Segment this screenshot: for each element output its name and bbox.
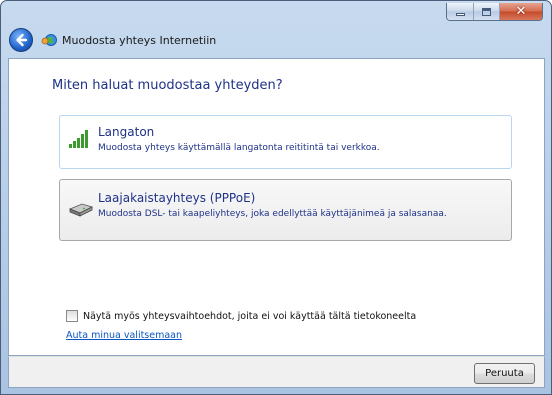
- option-title: Laajakaistayhteys (PPPoE): [98, 191, 256, 205]
- bottom-bar: Peruuta: [8, 356, 545, 388]
- minimize-icon: [455, 13, 465, 16]
- minimize-button[interactable]: [447, 3, 473, 20]
- option-broadband-pppoe[interactable]: Laajakaistayhteys (PPPoE) Muodosta DSL- …: [59, 179, 512, 241]
- wireless-signal-icon: [69, 130, 88, 148]
- close-icon: ✕: [515, 4, 527, 19]
- title-row: Muodosta yhteys Internetiin: [9, 28, 216, 52]
- window-title: Muodosta yhteys Internetiin: [62, 33, 217, 47]
- broadband-modem-icon: [68, 203, 94, 217]
- option-description: Muodosta yhteys käyttämällä langatonta r…: [98, 143, 380, 153]
- close-button[interactable]: ✕: [499, 3, 542, 20]
- show-unavailable-checkbox[interactable]: [66, 310, 78, 322]
- help-me-choose-link[interactable]: Auta minua valitsemaan: [66, 330, 182, 341]
- network-globe-icon: [41, 34, 57, 46]
- cancel-button[interactable]: Peruuta: [474, 363, 535, 384]
- back-button[interactable]: [9, 28, 33, 52]
- connect-to-internet-window: ✕ Muodosta yhteys Internetiin Miten halu…: [0, 0, 552, 395]
- page-heading: Miten haluat muodostaa yhteyden?: [52, 78, 283, 93]
- option-wireless[interactable]: Langaton Muodosta yhteys käyttämällä lan…: [59, 115, 512, 169]
- caption-buttons: ✕: [446, 3, 543, 21]
- show-unavailable-row[interactable]: Näytä myös yhteysvaihtoehdot, joita ei v…: [66, 310, 416, 322]
- option-title: Langaton: [98, 125, 155, 139]
- maximize-icon: [482, 7, 491, 16]
- show-unavailable-label[interactable]: Näytä myös yhteysvaihtoehdot, joita ei v…: [83, 311, 416, 322]
- maximize-button[interactable]: [473, 3, 499, 20]
- option-description: Muodosta DSL- tai kaapeliyhteys, joka ed…: [98, 209, 447, 219]
- back-arrow-icon: [16, 33, 28, 47]
- content-panel: Miten haluat muodostaa yhteyden? Langato…: [8, 58, 545, 356]
